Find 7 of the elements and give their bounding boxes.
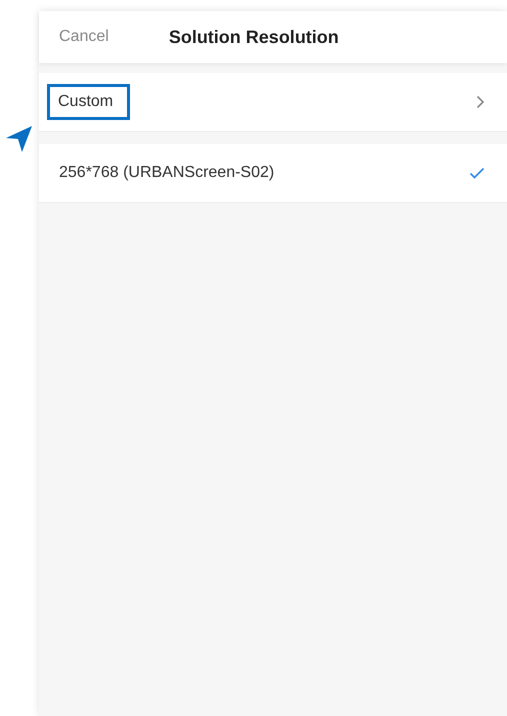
list-item[interactable]: Custom [39, 73, 507, 132]
screen-title: Solution Resolution [168, 26, 339, 48]
chevron-right-icon [476, 95, 485, 109]
list-item[interactable]: 256*768 (URBANScreen-S02) [39, 144, 507, 203]
item-label: 256*768 (URBANScreen-S02) [58, 163, 276, 183]
cancel-button[interactable]: Cancel [59, 28, 109, 46]
item-label: Custom [47, 84, 130, 120]
